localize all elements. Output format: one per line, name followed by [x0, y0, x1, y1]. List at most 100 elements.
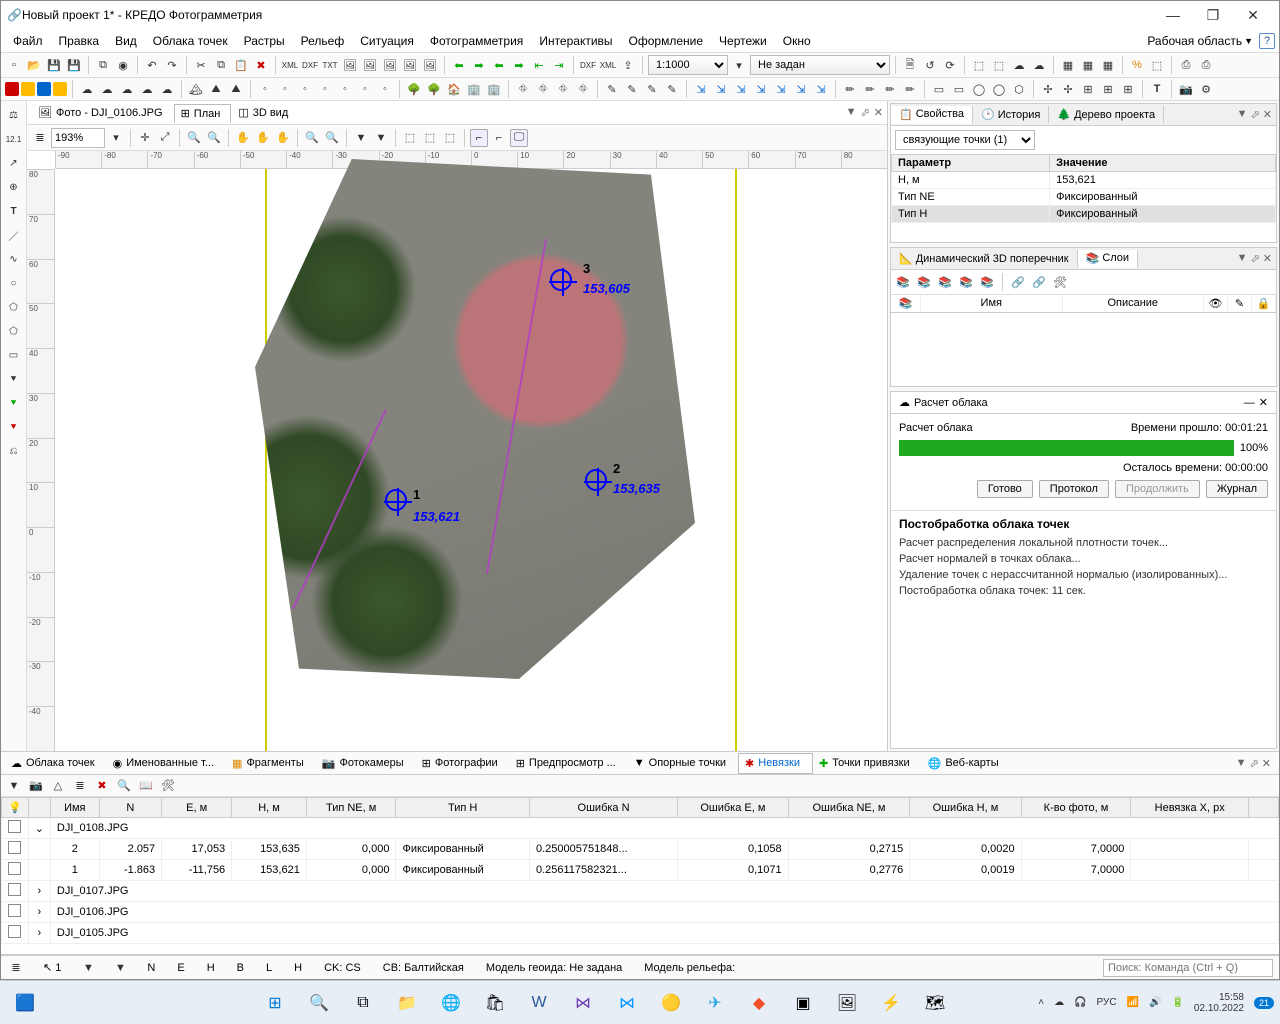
tab-undock-icon[interactable]: ⬀: [861, 106, 870, 119]
menu-photogrammetry[interactable]: Фотограмметрия: [422, 32, 531, 50]
scale-combo[interactable]: 1:1000: [648, 55, 728, 75]
tb-photos-icon[interactable]: 🖼: [828, 987, 866, 1019]
zoom-dd-icon[interactable]: ▾: [107, 129, 125, 147]
tb-vscode-icon[interactable]: ⋈: [608, 987, 646, 1019]
tool-g-icon[interactable]: ☁: [1030, 56, 1048, 74]
layer-c-icon[interactable]: 🔗: [1030, 273, 1048, 291]
tray-clock[interactable]: 15:58 02.10.2022: [1194, 992, 1244, 1014]
scale-down-icon[interactable]: ▾: [730, 56, 748, 74]
road1-icon[interactable]: ⛗: [514, 80, 532, 98]
side-tie-icon[interactable]: ⊕: [4, 177, 24, 197]
side-curve-icon[interactable]: ∿: [4, 249, 24, 269]
vt-zoomout-icon[interactable]: 🔍: [205, 129, 223, 147]
cloud1-icon[interactable]: ☁: [78, 80, 96, 98]
tab-dropdown-icon[interactable]: ▼: [846, 106, 857, 119]
import2-icon[interactable]: 🖼: [361, 56, 379, 74]
tb-vs-icon[interactable]: ⋈: [564, 987, 602, 1019]
tray-headset-icon[interactable]: 🎧: [1074, 997, 1086, 1008]
dxf2-icon[interactable]: DXF: [579, 56, 597, 74]
calc-close-icon[interactable]: ✕: [1259, 396, 1268, 409]
arrow-r3-icon[interactable]: ⇥: [550, 56, 568, 74]
tray-chevron-icon[interactable]: ˄: [1038, 997, 1044, 1008]
xml-icon[interactable]: XML: [281, 56, 299, 74]
export-icon[interactable]: ⇪: [619, 56, 637, 74]
pen2-icon[interactable]: ✏: [861, 80, 879, 98]
vt-hand3-icon[interactable]: ✋: [274, 129, 292, 147]
tray-vol-icon[interactable]: 🔊: [1149, 997, 1161, 1008]
menu-edit[interactable]: Правка: [51, 32, 108, 50]
cloud4-icon[interactable]: ☁: [138, 80, 156, 98]
txt-icon[interactable]: TXT: [321, 56, 339, 74]
draw4-icon[interactable]: ✎: [663, 80, 681, 98]
layers-undock-icon[interactable]: ⬀: [1251, 252, 1260, 265]
import4-icon[interactable]: 🖼: [401, 56, 419, 74]
side-rect-icon[interactable]: ▭: [4, 345, 24, 365]
shape1-icon[interactable]: ▭: [930, 80, 948, 98]
menu-relief[interactable]: Рельеф: [293, 32, 353, 50]
layer-del-icon[interactable]: 📚: [915, 273, 933, 291]
btabs-close-icon[interactable]: ✕: [1262, 757, 1271, 770]
cut-icon[interactable]: ✂: [192, 56, 210, 74]
red-sq-icon[interactable]: [5, 82, 19, 96]
ann4-icon[interactable]: ⊞: [1099, 80, 1117, 98]
paste-icon[interactable]: 📋: [232, 56, 250, 74]
saveas-icon[interactable]: 💾: [65, 56, 83, 74]
vt-prev-icon[interactable]: 🔍: [303, 129, 321, 147]
btab-frags[interactable]: ▦ Фрагменты: [226, 754, 316, 773]
layer-up-icon[interactable]: 📚: [936, 273, 954, 291]
tool-k-icon[interactable]: %: [1128, 56, 1146, 74]
menu-rasters[interactable]: Растры: [236, 32, 293, 50]
vt-locate-icon[interactable]: ✛: [136, 129, 154, 147]
sb-funnel2-icon[interactable]: ▼: [111, 959, 129, 977]
calc-min-icon[interactable]: —: [1244, 397, 1255, 409]
tab-layers[interactable]: 📚 Слои: [1078, 250, 1138, 268]
btab-named[interactable]: ◉ Именованные т...: [107, 754, 226, 773]
vt-next-icon[interactable]: 🔍: [323, 129, 341, 147]
layer-b-icon[interactable]: 🔗: [1009, 273, 1027, 291]
tab-properties[interactable]: 📋 Свойства: [891, 106, 973, 124]
terrain3-icon[interactable]: ⛰: [227, 80, 245, 98]
sb-cursor-icon[interactable]: ↖ 1: [39, 961, 65, 974]
tool-e-icon[interactable]: ⬚: [990, 56, 1008, 74]
terrain2-icon[interactable]: ⛰: [207, 80, 225, 98]
tb-chrome-icon[interactable]: 🟡: [652, 987, 690, 1019]
import5-icon[interactable]: 🖼: [421, 56, 439, 74]
cloud3-icon[interactable]: ☁: [118, 80, 136, 98]
close-button[interactable]: ✕: [1233, 3, 1273, 27]
tb-start-icon[interactable]: ⊞: [256, 987, 294, 1019]
side-poly2-icon[interactable]: ⬠: [4, 321, 24, 341]
vt-sel2-icon[interactable]: ⬚: [421, 129, 439, 147]
vt-filter2-icon[interactable]: ▼: [372, 129, 390, 147]
pen4-icon[interactable]: ✏: [901, 80, 919, 98]
layers-dd-icon[interactable]: ▼: [1237, 252, 1248, 265]
bld1-icon[interactable]: 🏠: [445, 80, 463, 98]
tree2-icon[interactable]: 🌳: [425, 80, 443, 98]
vt-sel3-icon[interactable]: ⬚: [441, 129, 459, 147]
side-last-icon[interactable]: ⎌: [4, 441, 24, 461]
tray-notif-badge[interactable]: 21: [1254, 997, 1274, 1009]
tb-tg-icon[interactable]: ✈: [696, 987, 734, 1019]
tab-plan[interactable]: ⊞План: [174, 104, 232, 123]
dg-filter-icon[interactable]: ▼: [5, 777, 23, 795]
tray-wifi-icon[interactable]: 📶: [1127, 997, 1139, 1008]
btabs-undock-icon[interactable]: ⬀: [1250, 757, 1259, 770]
tb-store-icon[interactable]: 🛍: [476, 987, 514, 1019]
dg-find-icon[interactable]: 🔍: [115, 777, 133, 795]
vt-screen-icon[interactable]: 🖵: [510, 129, 528, 147]
tray-lang[interactable]: РУС: [1097, 997, 1117, 1008]
vt-corner2-icon[interactable]: ⌐: [490, 129, 508, 147]
maximize-button[interactable]: ❐: [1193, 3, 1233, 27]
import3-icon[interactable]: 🖼: [381, 56, 399, 74]
arrow-r2-icon[interactable]: ➡: [510, 56, 528, 74]
menu-view[interactable]: Вид: [107, 32, 145, 50]
vt-hand2-icon[interactable]: ✋: [254, 129, 272, 147]
marker-3[interactable]: [550, 269, 572, 291]
btab-control[interactable]: ▼ Опорные точки: [628, 754, 738, 772]
road4-icon[interactable]: ⛗: [574, 80, 592, 98]
tool-m-icon[interactable]: ⎙: [1177, 56, 1195, 74]
terrain1-icon[interactable]: 🏔: [187, 80, 205, 98]
tool-h-icon[interactable]: ▦: [1059, 56, 1077, 74]
btab-photos[interactable]: ⊞ Фотографии: [416, 754, 510, 773]
menu-design[interactable]: Оформление: [621, 32, 711, 50]
shape5-icon[interactable]: ⬡: [1010, 80, 1028, 98]
